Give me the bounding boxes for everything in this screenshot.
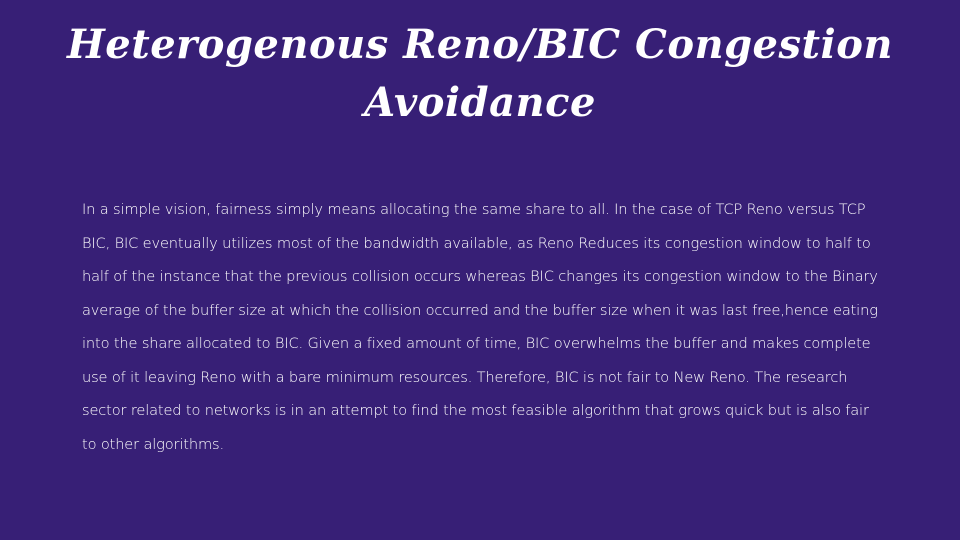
slide: Heterogenous Reno/BIC Congestion Avoidan… xyxy=(0,0,960,540)
slide-title: Heterogenous Reno/BIC Congestion Avoidan… xyxy=(67,21,893,126)
slide-body-text: In a simple vision, fairness simply mean… xyxy=(82,201,878,453)
